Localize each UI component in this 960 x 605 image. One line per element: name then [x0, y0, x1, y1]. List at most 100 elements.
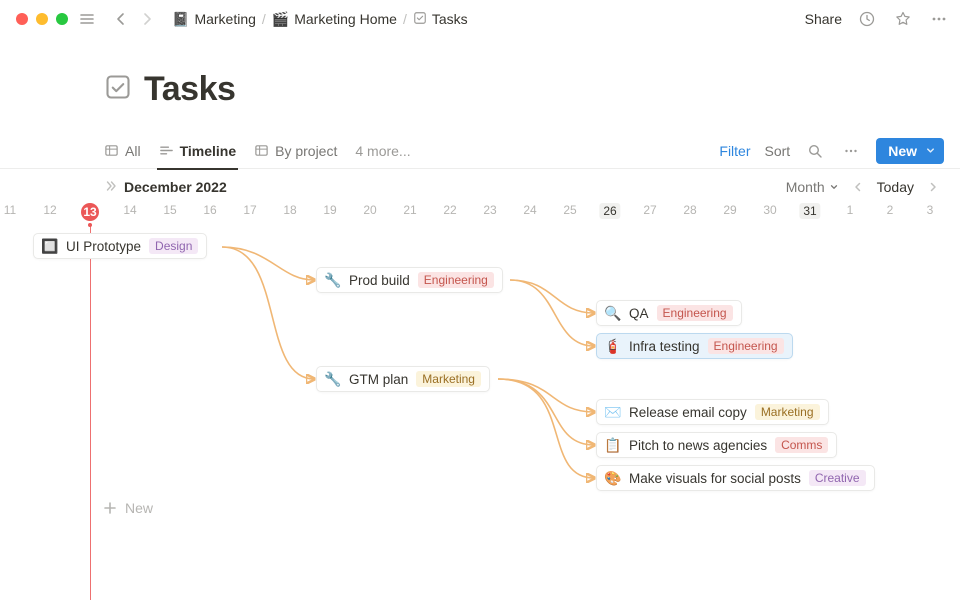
- chevron-down-icon: [925, 145, 936, 156]
- task-card-gtm[interactable]: 🔧 GTM plan Marketing: [316, 366, 490, 392]
- task-icon: 🔧: [325, 371, 341, 387]
- filter-button[interactable]: Filter: [719, 143, 750, 159]
- day-cell[interactable]: 17: [230, 203, 270, 217]
- tab-label: By project: [275, 143, 337, 159]
- search-icon[interactable]: [804, 140, 826, 162]
- task-icon: ✉️: [605, 404, 621, 420]
- task-card-release[interactable]: ✉️Release email copyMarketing: [596, 399, 829, 425]
- day-cell[interactable]: 2: [870, 203, 910, 217]
- breadcrumb-item-tasks[interactable]: Tasks: [413, 11, 468, 27]
- share-button[interactable]: Share: [805, 11, 842, 27]
- task-title: UI Prototype: [66, 239, 141, 254]
- task-title: Prod build: [349, 273, 410, 288]
- task-icon: 🧯: [605, 338, 621, 354]
- day-cell[interactable]: 26: [599, 203, 620, 219]
- task-tag: Engineering: [418, 272, 494, 288]
- task-card-ui[interactable]: 🔲 UI Prototype Design: [33, 233, 207, 259]
- day-cell[interactable]: 29: [710, 203, 750, 217]
- traffic-lights: [16, 13, 68, 25]
- hamburger-icon[interactable]: [76, 8, 98, 30]
- today-indicator-line: [90, 225, 91, 600]
- more-icon[interactable]: [928, 8, 950, 30]
- task-title: GTM plan: [349, 372, 408, 387]
- timeline-prev-button[interactable]: [847, 176, 869, 198]
- day-cell[interactable]: 16: [190, 203, 230, 217]
- task-tag: Comms: [775, 437, 828, 453]
- sort-button[interactable]: Sort: [765, 143, 791, 159]
- day-cell[interactable]: 1: [830, 203, 870, 217]
- task-tag: Marketing: [416, 371, 481, 387]
- new-row-label: New: [125, 500, 153, 516]
- breadcrumb-label: Marketing Home: [294, 11, 397, 27]
- check-icon: [413, 11, 427, 27]
- clock-icon[interactable]: [856, 8, 878, 30]
- day-cell[interactable]: 27: [630, 203, 670, 217]
- breadcrumb-item-marketing-home[interactable]: 🎬 Marketing Home: [272, 11, 397, 27]
- day-cell[interactable]: 21: [390, 203, 430, 217]
- chevron-down-icon: [829, 182, 839, 192]
- task-card-qa[interactable]: 🔍 QA Engineering: [596, 300, 742, 326]
- task-card-pitch[interactable]: 📋 Pitch to news agencies Comms: [596, 432, 837, 458]
- day-cell[interactable]: 3: [910, 203, 950, 217]
- forward-button[interactable]: [136, 8, 158, 30]
- day-cell[interactable]: 19: [310, 203, 350, 217]
- day-cell[interactable]: 25: [550, 203, 590, 217]
- tab-by-project[interactable]: By project: [254, 133, 337, 169]
- day-cell[interactable]: 12: [30, 203, 70, 217]
- day-cell[interactable]: 23: [470, 203, 510, 217]
- timeline-unit-picker[interactable]: Month: [786, 179, 839, 195]
- day-cell[interactable]: 11: [0, 203, 30, 217]
- task-title: Release email copy: [629, 405, 747, 420]
- breadcrumb: 📓 Marketing / 🎬 Marketing Home / Tasks: [172, 11, 468, 27]
- task-card-infra[interactable]: 🧯Infra testingEngineering: [596, 333, 793, 359]
- breadcrumb-separator: /: [403, 11, 407, 27]
- task-icon: 🎨: [605, 470, 621, 486]
- task-card-visuals[interactable]: 🎨 Make visuals for social posts Creative: [596, 465, 875, 491]
- task-tag: Design: [149, 238, 198, 254]
- timeline-next-button[interactable]: [922, 176, 944, 198]
- tab-all[interactable]: All: [104, 133, 141, 169]
- tab-more[interactable]: 4 more...: [355, 133, 410, 169]
- task-tag: Creative: [809, 470, 866, 486]
- back-button[interactable]: [110, 8, 132, 30]
- breadcrumb-label: Marketing: [194, 11, 255, 27]
- timeline-today-button[interactable]: Today: [877, 179, 914, 195]
- close-window-button[interactable]: [16, 13, 28, 25]
- minimize-window-button[interactable]: [36, 13, 48, 25]
- day-cell[interactable]: 31: [799, 203, 820, 219]
- day-cell[interactable]: 14: [110, 203, 150, 217]
- tab-label: Timeline: [180, 143, 237, 159]
- chevrons-right-icon: [104, 179, 118, 196]
- day-cell[interactable]: 22: [430, 203, 470, 217]
- day-cell[interactable]: 18: [270, 203, 310, 217]
- breadcrumb-item-marketing[interactable]: 📓 Marketing: [172, 11, 256, 27]
- task-title: QA: [629, 306, 649, 321]
- breadcrumb-separator: /: [262, 11, 266, 27]
- task-icon: 📋: [605, 437, 621, 453]
- task-title: Pitch to news agencies: [629, 438, 767, 453]
- page-check-icon: [104, 73, 132, 106]
- task-card-prod[interactable]: 🔧 Prod build Engineering: [316, 267, 503, 293]
- task-icon: 🔧: [325, 272, 341, 288]
- timeline-canvas[interactable]: 🔲 UI Prototype Design 🔧 Prod build Engineerin…: [0, 225, 960, 600]
- fullscreen-window-button[interactable]: [56, 13, 68, 25]
- options-icon[interactable]: [840, 140, 862, 162]
- day-cell[interactable]: 28: [670, 203, 710, 217]
- task-title: Make visuals for social posts: [629, 471, 801, 486]
- day-cell[interactable]: 20: [350, 203, 390, 217]
- new-button[interactable]: New: [876, 138, 944, 164]
- star-icon[interactable]: [892, 8, 914, 30]
- tab-timeline[interactable]: Timeline: [159, 133, 237, 169]
- day-cell[interactable]: 30: [750, 203, 790, 217]
- window-topbar: 📓 Marketing / 🎬 Marketing Home / Tasks S…: [0, 0, 960, 38]
- task-icon: 🔍: [605, 305, 621, 321]
- day-cell[interactable]: 24: [510, 203, 550, 217]
- timeline-month-label[interactable]: December 2022: [104, 179, 227, 196]
- day-cell[interactable]: 13: [81, 203, 99, 221]
- day-cell[interactable]: 15: [150, 203, 190, 217]
- task-icon: 🔲: [42, 238, 58, 254]
- task-tag: Engineering: [657, 305, 733, 321]
- day-ruler: 1112131415161718192021222324252627282930…: [0, 201, 960, 225]
- page-title[interactable]: Tasks: [144, 70, 235, 109]
- new-task-row[interactable]: New: [103, 500, 153, 516]
